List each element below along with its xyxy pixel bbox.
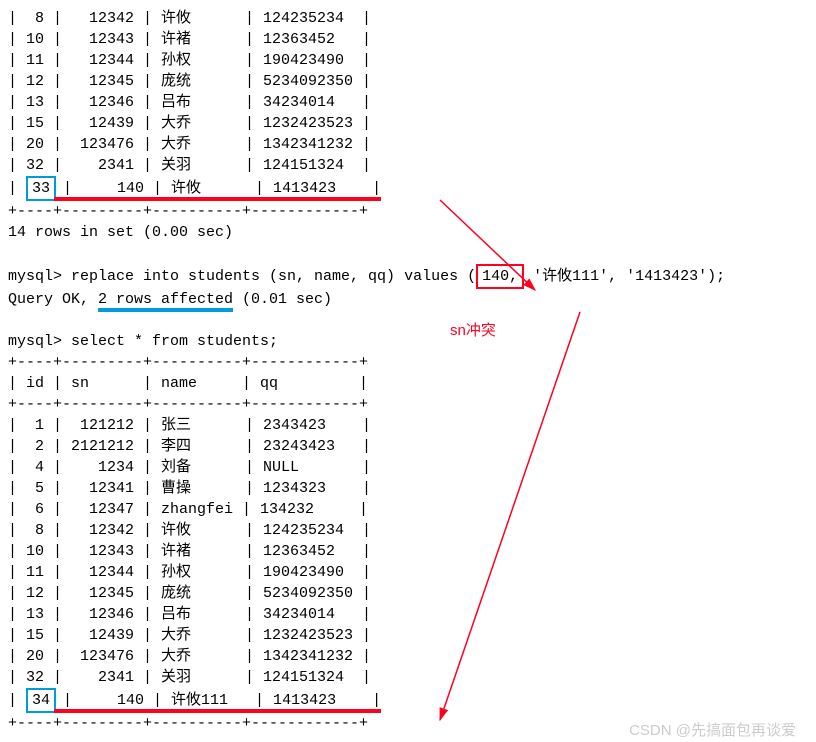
csdn-watermark: CSDN @先搞面包再谈爱 <box>629 720 796 741</box>
rows-affected: Query OK, 2 rows affected (0.01 sec) <box>8 289 808 310</box>
table-row: | 2 | 2121212 | 李四 | 23243423 | <box>8 436 808 457</box>
highlighted-id: 34 <box>26 688 56 713</box>
table-row: | 11 | 12344 | 孙权 | 190423490 | <box>8 50 808 71</box>
table-row: | 10 | 12343 | 许褚 | 12363452 | <box>8 29 808 50</box>
table-row: | 32 | 2341 | 关羽 | 124151324 | <box>8 155 808 176</box>
table-row: | 10 | 12343 | 许褚 | 12363452 | <box>8 541 808 562</box>
table-row: | 5 | 12341 | 曹操 | 1234323 | <box>8 478 808 499</box>
table-row: | 12 | 12345 | 庞统 | 5234092350 | <box>8 71 808 92</box>
table-row: | 15 | 12439 | 大乔 | 1232423523 | <box>8 113 808 134</box>
table-header: | id | sn | name | qq | <box>8 373 808 394</box>
table-border: +----+---------+----------+------------+ <box>8 352 808 373</box>
sql-select-command: mysql> select * from students; <box>8 331 808 352</box>
sn-conflict-annotation: sn冲突 <box>450 320 496 341</box>
highlighted-id: 33 <box>26 176 56 201</box>
table-row: | 33 | 140 | 许攸 | 1413423 | <box>8 176 808 201</box>
table-row: | 4 | 1234 | 刘备 | NULL | <box>8 457 808 478</box>
table-row: | 34 | 140 | 许攸111 | 1413423 | <box>8 688 808 713</box>
table-border: +----+---------+----------+------------+ <box>8 394 808 415</box>
table-row: | 12 | 12345 | 庞统 | 5234092350 | <box>8 583 808 604</box>
table-row: | 1 | 121212 | 张三 | 2343423 | <box>8 415 808 436</box>
highlighted-value: 140, <box>476 264 524 289</box>
table-row: | 11 | 12344 | 孙权 | 190423490 | <box>8 562 808 583</box>
table-row: | 13 | 12346 | 吕布 | 34234014 | <box>8 92 808 113</box>
table-row: | 32 | 2341 | 关羽 | 124151324 | <box>8 667 808 688</box>
table-border: +----+---------+----------+------------+ <box>8 201 808 222</box>
table-row: | 20 | 123476 | 大乔 | 1342341232 | <box>8 646 808 667</box>
table-row: | 20 | 123476 | 大乔 | 1342341232 | <box>8 134 808 155</box>
result-summary: 14 rows in set (0.00 sec) <box>8 222 808 243</box>
sql-replace-command: mysql> replace into students (sn, name, … <box>8 264 808 289</box>
table-row: | 8 | 12342 | 许攸 | 124235234 | <box>8 520 808 541</box>
table-row: | 13 | 12346 | 吕布 | 34234014 | <box>8 604 808 625</box>
table-row: | 8 | 12342 | 许攸 | 124235234 | <box>8 8 808 29</box>
table-row: | 15 | 12439 | 大乔 | 1232423523 | <box>8 625 808 646</box>
terminal-output: | 8 | 12342 | 许攸 | 124235234 || 10 | 123… <box>8 8 808 734</box>
table-row: | 6 | 12347 | zhangfei | 134232 | <box>8 499 808 520</box>
